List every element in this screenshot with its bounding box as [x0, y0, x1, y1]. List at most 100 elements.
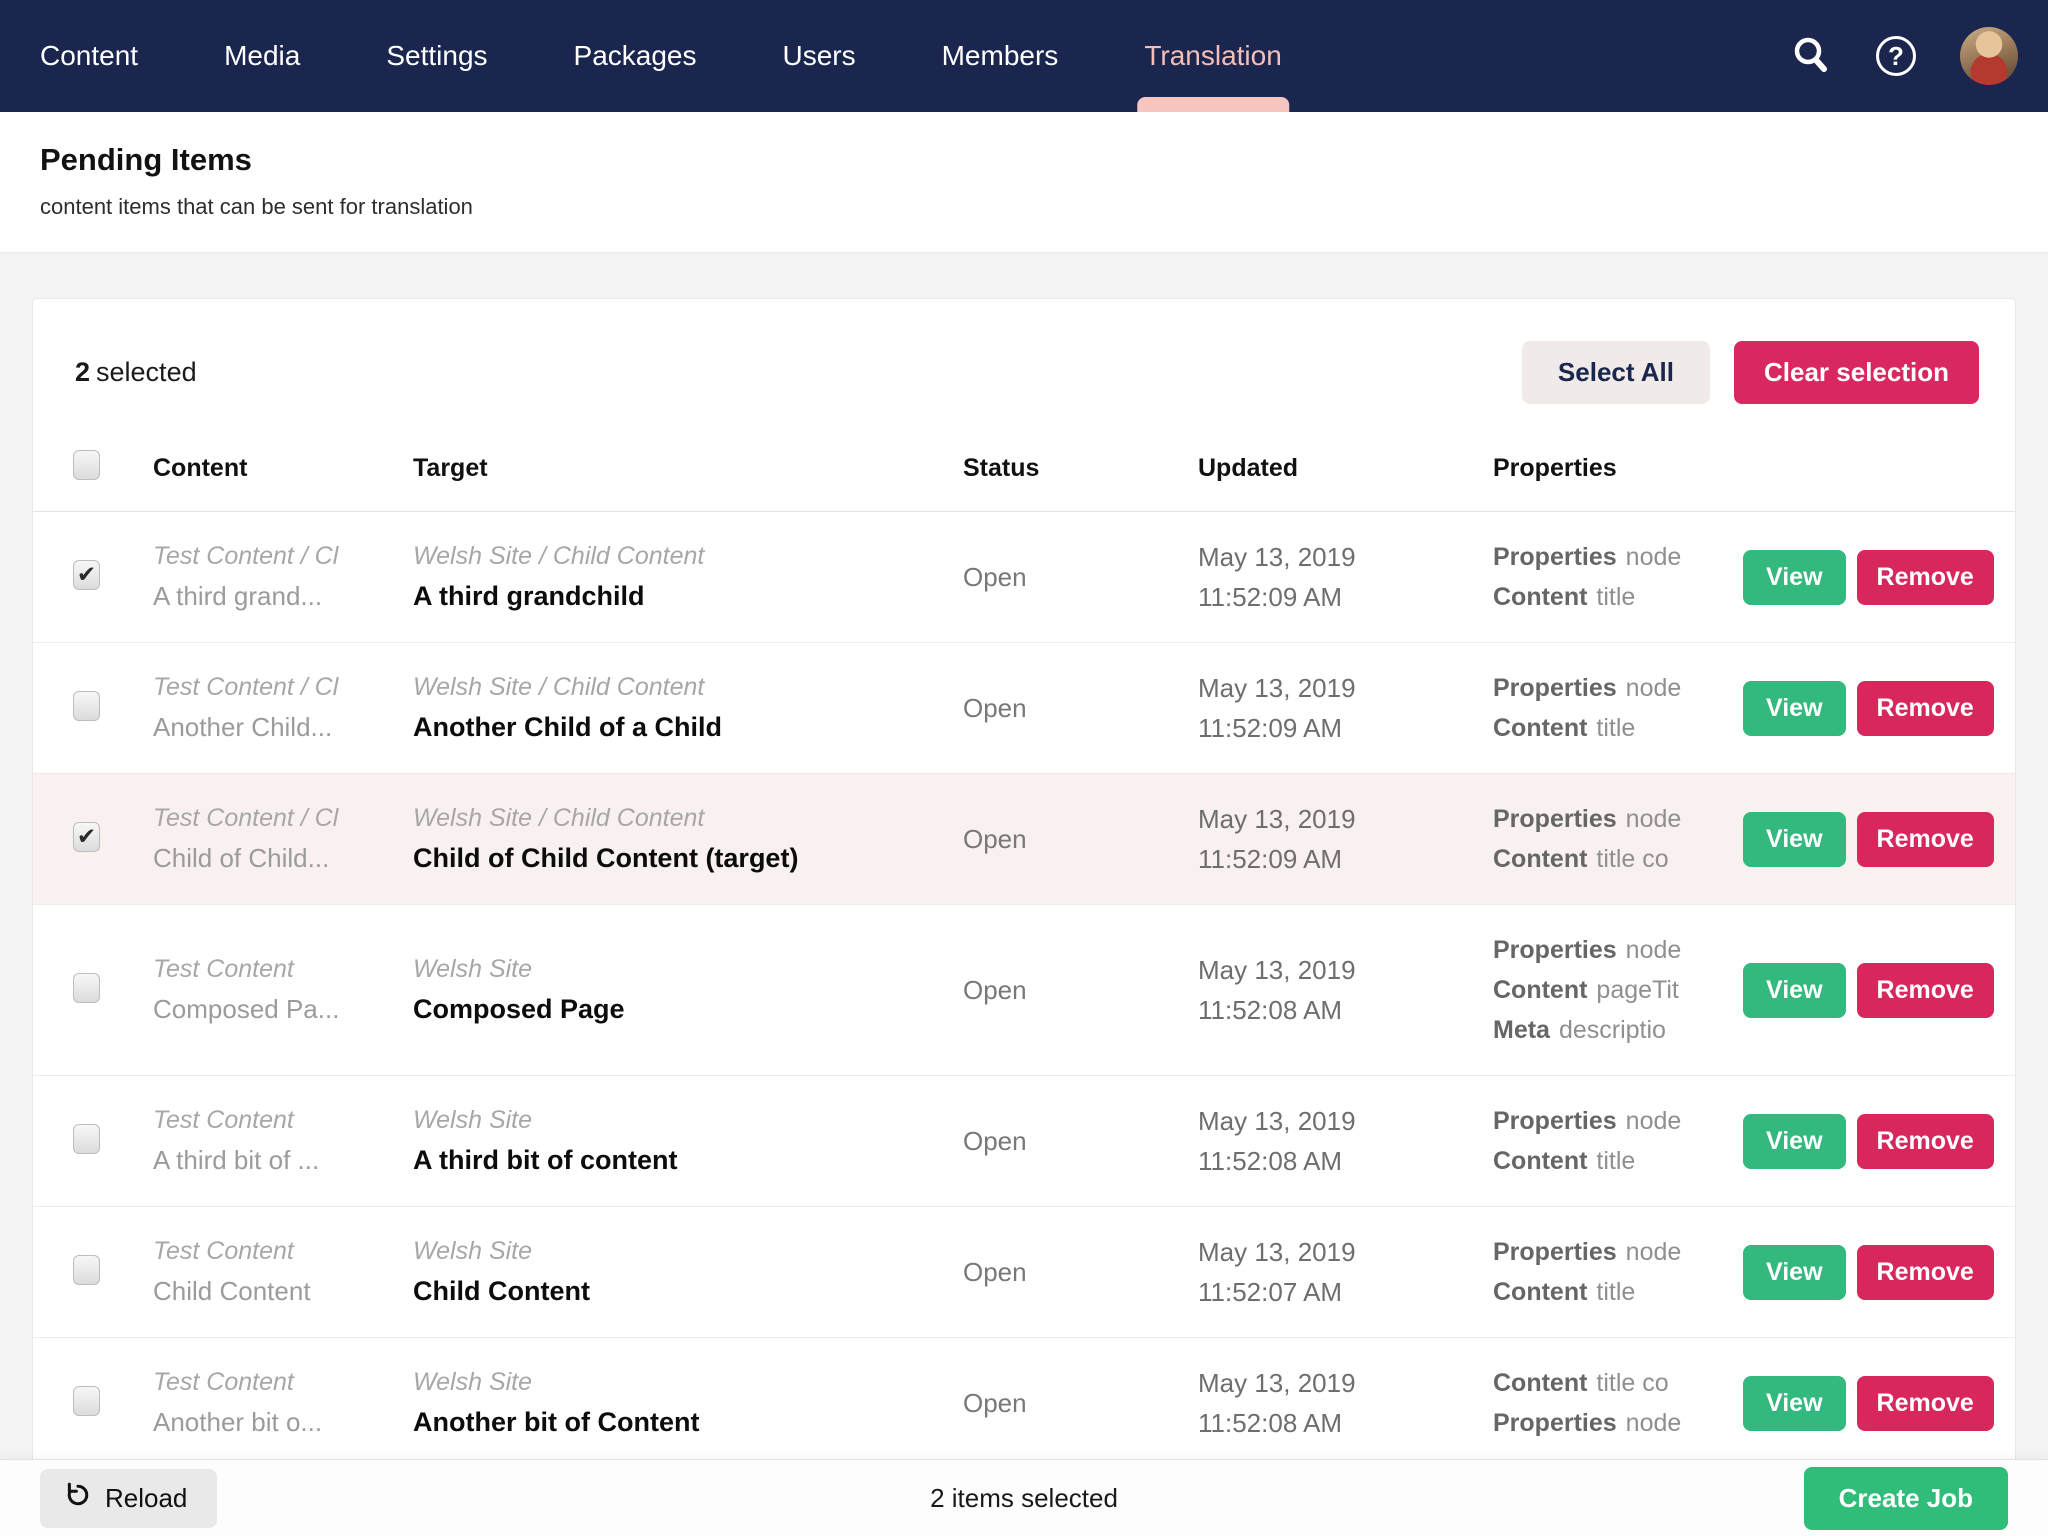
property-label: Meta	[1493, 1016, 1550, 1044]
target-cell: Welsh Site Child Content	[413, 1232, 963, 1312]
toolbar-buttons: Select All Clear selection	[1522, 341, 1979, 404]
view-button[interactable]: View	[1743, 1114, 1846, 1169]
remove-button[interactable]: Remove	[1857, 1114, 1994, 1169]
row-checkbox[interactable]	[73, 691, 100, 721]
target-name: Child of Child Content (target)	[413, 837, 945, 879]
property-value: node	[1626, 1238, 1682, 1266]
page-title: Pending Items	[40, 142, 2008, 178]
nav-item-translation[interactable]: Translation	[1144, 0, 1281, 112]
nav-item-media[interactable]: Media	[224, 0, 300, 112]
view-button[interactable]: View	[1743, 1245, 1846, 1300]
updated-date: May 13, 2019	[1198, 799, 1475, 839]
target-cell: Welsh Site / Child Content Another Child…	[413, 668, 963, 748]
help-icon: ?	[1876, 36, 1916, 76]
properties-cell: Propertiesnode ContentpageTit Meta descri…	[1493, 930, 1743, 1050]
clear-selection-button[interactable]: Clear selection	[1734, 341, 1979, 404]
target-name: Composed Page	[413, 988, 945, 1030]
view-button[interactable]: View	[1743, 681, 1846, 736]
remove-button[interactable]: Remove	[1857, 1376, 1994, 1431]
search-button[interactable]	[1790, 34, 1832, 79]
property-value: descriptio	[1559, 1016, 1666, 1044]
content-name: Composed Pa...	[153, 988, 395, 1030]
content-name: A third bit of ...	[153, 1139, 395, 1181]
nav-item-users[interactable]: Users	[782, 0, 855, 112]
row-checkbox[interactable]	[73, 973, 100, 1003]
property-value: node	[1626, 1409, 1682, 1437]
property-line: Propertiesnode	[1493, 799, 1725, 839]
row-checkbox[interactable]	[73, 1386, 100, 1416]
remove-button[interactable]: Remove	[1857, 550, 1994, 605]
content-name: Child Content	[153, 1270, 395, 1312]
status-value: Open	[963, 1257, 1027, 1287]
property-label: Content	[1493, 1369, 1587, 1397]
target-path: Welsh Site / Child Content	[413, 799, 945, 837]
target-name: Another Child of a Child	[413, 706, 945, 748]
property-label: Properties	[1493, 1409, 1617, 1437]
property-line: Contenttitle	[1493, 577, 1725, 617]
target-name: A third bit of content	[413, 1139, 945, 1181]
row-checkbox[interactable]	[73, 1124, 100, 1154]
target-cell: Welsh Site A third bit of content	[413, 1101, 963, 1181]
content-name: A third grand...	[153, 575, 395, 617]
content-cell: Test Content Another bit o...	[153, 1363, 413, 1443]
target-name: Another bit of Content	[413, 1401, 945, 1443]
table-row[interactable]: Test Content / Cl A third grand... Welsh…	[33, 512, 2015, 643]
nav-item-label: Members	[942, 40, 1059, 72]
row-checkbox[interactable]	[73, 1255, 100, 1285]
content-path: Test Content / Cl	[153, 537, 395, 575]
nav-item-packages[interactable]: Packages	[574, 0, 697, 112]
nav-items: Content Media Settings Packages Users Me…	[40, 0, 1282, 112]
property-line: Propertiesnode	[1493, 930, 1725, 970]
updated-date: May 13, 2019	[1198, 668, 1475, 708]
table-row[interactable]: Test Content / Cl Child of Child... Wels…	[33, 774, 2015, 905]
remove-button[interactable]: Remove	[1857, 681, 1994, 736]
property-label: Properties	[1493, 936, 1617, 964]
property-line: Meta descriptio	[1493, 1010, 1725, 1050]
footer-status: 2 items selected	[930, 1483, 1118, 1514]
nav-item-settings[interactable]: Settings	[386, 0, 487, 112]
property-line: Contenttitle co	[1493, 839, 1725, 879]
property-label: Content	[1493, 583, 1587, 611]
row-checkbox[interactable]	[73, 822, 100, 852]
nav-item-label: Packages	[574, 40, 697, 72]
table-row[interactable]: Test Content Child Content Welsh Site Ch…	[33, 1207, 2015, 1338]
row-actions: View Remove	[1743, 1114, 2015, 1169]
target-cell: Welsh Site / Child Content Child of Chil…	[413, 799, 963, 879]
view-button[interactable]: View	[1743, 550, 1846, 605]
view-button[interactable]: View	[1743, 1376, 1846, 1431]
target-cell: Welsh Site / Child Content A third grand…	[413, 537, 963, 617]
properties-cell: Propertiesnode Contenttitle	[1493, 1232, 1743, 1312]
row-checkbox[interactable]	[73, 560, 100, 590]
table-row[interactable]: Test Content / Cl Another Child... Welsh…	[33, 643, 2015, 774]
reload-button[interactable]: Reload	[40, 1469, 217, 1528]
property-line: ContentpageTit	[1493, 970, 1725, 1010]
remove-button[interactable]: Remove	[1857, 963, 1994, 1018]
property-line: Properties node	[1493, 1403, 1725, 1443]
select-all-checkbox[interactable]	[73, 450, 100, 480]
help-button[interactable]: ?	[1876, 36, 1916, 76]
user-avatar[interactable]	[1960, 27, 2018, 85]
remove-button[interactable]: Remove	[1857, 812, 1994, 867]
table-row[interactable]: Test Content Another bit o... Welsh Site…	[33, 1338, 2015, 1466]
table-row[interactable]: Test Content A third bit of ... Welsh Si…	[33, 1076, 2015, 1207]
nav-item-members[interactable]: Members	[942, 0, 1059, 112]
row-actions: View Remove	[1743, 681, 2015, 736]
create-job-button[interactable]: Create Job	[1804, 1467, 2008, 1530]
row-actions: View Remove	[1743, 963, 2015, 1018]
view-button[interactable]: View	[1743, 812, 1846, 867]
property-line: Propertiesnode	[1493, 668, 1725, 708]
remove-button[interactable]: Remove	[1857, 1245, 1994, 1300]
nav-item-label: Content	[40, 40, 138, 72]
select-all-button[interactable]: Select All	[1522, 341, 1710, 404]
table-row[interactable]: Test Content Composed Pa... Welsh Site C…	[33, 905, 2015, 1076]
property-label: Content	[1493, 1278, 1587, 1306]
view-button[interactable]: View	[1743, 963, 1846, 1018]
status-value: Open	[963, 562, 1027, 592]
property-label: Content	[1493, 1147, 1587, 1175]
nav-item-content[interactable]: Content	[40, 0, 138, 112]
property-label: Content	[1493, 976, 1587, 1004]
row-actions: View Remove	[1743, 1376, 2015, 1431]
property-line: Contenttitle	[1493, 708, 1725, 748]
main-area: 2selected Select All Clear selection Con…	[0, 253, 2048, 1466]
property-line: Propertiesnode	[1493, 1232, 1725, 1272]
